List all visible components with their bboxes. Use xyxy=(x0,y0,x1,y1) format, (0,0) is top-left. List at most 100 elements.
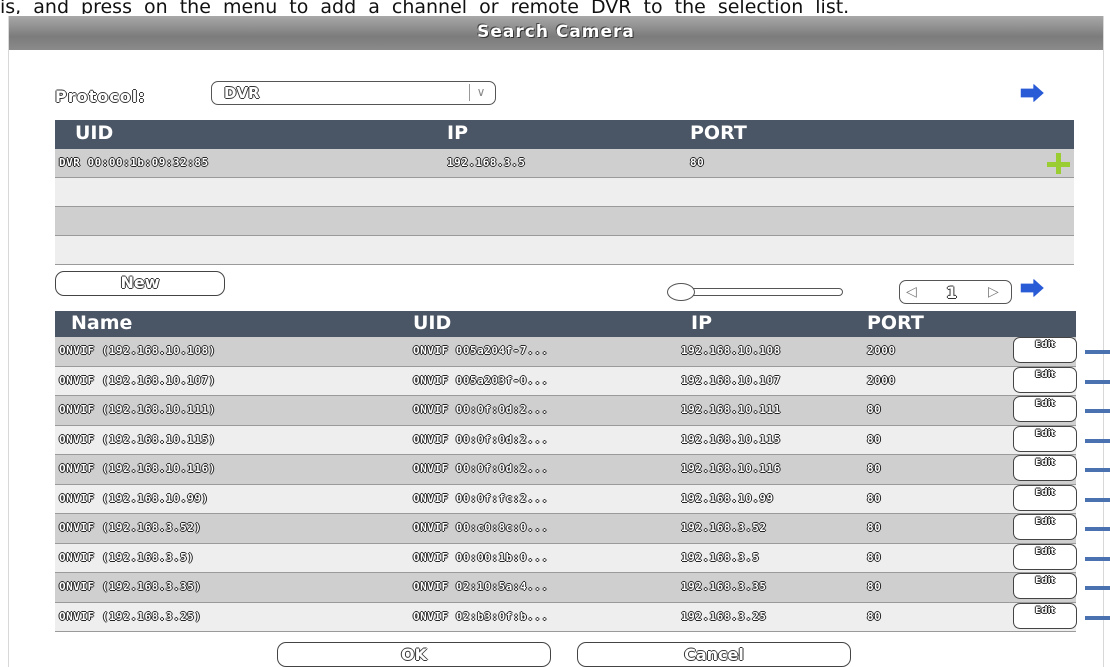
row-ip: 192.168.3.35 xyxy=(681,580,767,593)
remove-minus-icon[interactable] xyxy=(1085,350,1110,354)
row-uid: ONVIF 02:b3:0f:b... xyxy=(413,609,549,623)
edit-button[interactable]: Edit xyxy=(1013,425,1077,452)
row-name: ONVIF (192.168.3.52) xyxy=(59,521,202,534)
prev-page-icon[interactable]: ◁ xyxy=(906,283,917,300)
row-port: 2000 xyxy=(867,344,896,357)
edit-button-label: Edit xyxy=(1035,487,1055,498)
remove-minus-icon[interactable] xyxy=(1085,586,1110,590)
row-name: ONVIF (192.168.10.116) xyxy=(59,462,216,475)
chevron-down-icon[interactable]: ∨ xyxy=(469,84,492,101)
row-uid: ONVIF 005a203f-0... xyxy=(413,373,549,387)
search-camera-dialog: Search Camera Protocol: DVR ∨ ⮕ UID IP P… xyxy=(8,16,1110,667)
table-row-empty xyxy=(55,178,1074,207)
row-ip: 192.168.10.116 xyxy=(681,462,781,475)
dialog-titlebar: Search Camera xyxy=(9,16,1103,50)
table-row[interactable]: DVR 00:00:1b:09:32:85 192.168.3.5 80 xyxy=(55,149,1074,178)
protocol-select[interactable]: DVR ∨ xyxy=(211,81,496,105)
new-button[interactable]: New xyxy=(55,271,225,296)
edit-button-label: Edit xyxy=(1035,576,1055,586)
table-row[interactable]: ONVIF (192.168.10.107) ONVIF 005a203f-0..… xyxy=(55,366,1110,396)
row-uid: ONVIF 00:c0:8c:0... xyxy=(413,521,549,534)
edit-button[interactable]: Edit xyxy=(1013,337,1077,363)
row-name: ONVIF (192.168.3.35) xyxy=(59,580,202,593)
edit-button[interactable]: Edit xyxy=(1013,396,1077,422)
row-name: ONVIF (192.168.10.111) xyxy=(59,403,216,416)
remove-minus-icon[interactable] xyxy=(1085,409,1110,413)
remove-minus-icon[interactable] xyxy=(1085,615,1110,620)
edit-button-label: Edit xyxy=(1035,340,1055,350)
table-row-empty xyxy=(55,207,1074,236)
remove-minus-icon[interactable] xyxy=(1085,468,1110,472)
table-row[interactable]: ONVIF (192.168.10.115) ONVIF 00:0f:0d:2..… xyxy=(55,425,1110,455)
search-table-header: UID IP PORT xyxy=(55,120,1074,149)
row-port: 2000 xyxy=(867,373,896,387)
row-name: ONVIF (192.168.10.99) xyxy=(59,491,209,505)
row-ip: 192.168.3.5 xyxy=(447,156,526,169)
edit-button[interactable]: Edit xyxy=(1013,366,1077,393)
table-row[interactable]: ONVIF (192.168.10.111) ONVIF 00:0f:0d:2..… xyxy=(55,396,1110,426)
next-page-icon[interactable]: ▷ xyxy=(988,283,999,300)
row-ip: 192.168.3.5 xyxy=(681,550,760,564)
edit-button-label: Edit xyxy=(1035,428,1055,439)
ok-button[interactable]: OK xyxy=(277,642,551,667)
row-port: 80 xyxy=(867,462,882,475)
table-row[interactable]: ONVIF (192.168.3.5) ONVIF 00:00:1b:0... 19… xyxy=(55,543,1110,573)
edit-button[interactable]: Edit xyxy=(1013,484,1077,511)
edit-button[interactable]: Edit xyxy=(1013,602,1077,629)
edit-button[interactable]: Edit xyxy=(1013,573,1077,599)
edit-button-label: Edit xyxy=(1035,399,1055,409)
edit-button-label: Edit xyxy=(1035,517,1055,527)
new-button-label: New xyxy=(120,273,160,292)
remove-minus-icon[interactable] xyxy=(1085,438,1110,443)
row-name: ONVIF (192.168.10.108) xyxy=(59,344,216,357)
camera-rows: ONVIF (192.168.10.108) ONVIF 005a204f-7..… xyxy=(55,337,1110,632)
table-row[interactable]: ONVIF (192.168.3.25) ONVIF 02:b3:0f:b... 1… xyxy=(55,602,1110,632)
edit-button[interactable]: Edit xyxy=(1013,514,1077,540)
cancel-button-label: Cancel xyxy=(684,645,744,664)
edit-button-label: Edit xyxy=(1035,458,1055,468)
row-uid: ONVIF 00:0f:0d:2... xyxy=(413,462,549,475)
row-uid: ONVIF 00:0f:fc:2... xyxy=(413,491,549,505)
slider-knob[interactable] xyxy=(667,283,695,301)
cancel-button[interactable]: Cancel xyxy=(577,642,851,667)
row-port: 80 xyxy=(867,609,882,623)
table-row[interactable]: ONVIF (192.168.3.35) ONVIF 02:10:5a:4... 1… xyxy=(55,573,1110,603)
row-port: 80 xyxy=(867,550,882,564)
table-row-empty xyxy=(55,236,1074,265)
edit-button[interactable]: Edit xyxy=(1013,455,1077,481)
camera-table-header: Name UID IP PORT xyxy=(55,311,1076,337)
col-ip: IP xyxy=(691,312,712,334)
row-port: 80 xyxy=(867,491,882,505)
row-uid: ONVIF 00:00:1b:0... xyxy=(413,550,549,564)
dialog-title: Search Camera xyxy=(477,22,635,42)
back-arrow-icon[interactable]: ⮕ xyxy=(1015,83,1049,107)
col-ip: IP xyxy=(447,122,468,144)
row-ip: 192.168.10.99 xyxy=(681,491,774,505)
back-arrow-icon[interactable]: ⮕ xyxy=(1015,278,1049,302)
table-row[interactable]: ONVIF (192.168.10.116) ONVIF 00:0f:0d:2..… xyxy=(55,455,1110,485)
zoom-slider[interactable] xyxy=(667,283,845,301)
row-uid: ONVIF 00:0f:0d:2... xyxy=(413,403,549,416)
col-port: PORT xyxy=(867,312,924,334)
col-uid: UID xyxy=(75,122,114,144)
row-ip: 192.168.3.52 xyxy=(681,521,767,534)
remove-minus-icon[interactable] xyxy=(1085,527,1110,531)
table-row[interactable]: ONVIF (192.168.3.52) ONVIF 00:c0:8c:0... 1… xyxy=(55,514,1110,544)
row-ip: 192.168.10.108 xyxy=(681,344,781,357)
row-name: ONVIF (192.168.3.25) xyxy=(59,609,202,623)
edit-button-label: Edit xyxy=(1035,605,1055,616)
page-number: 1 xyxy=(946,283,958,302)
table-row[interactable]: ONVIF (192.168.10.108) ONVIF 005a204f-7..… xyxy=(55,337,1110,367)
ok-button-label: OK xyxy=(401,645,427,664)
table-row[interactable]: ONVIF (192.168.10.99) ONVIF 00:0f:fc:2...… xyxy=(55,484,1110,514)
edit-button-label: Edit xyxy=(1035,369,1055,380)
row-uid: ONVIF 02:10:5a:4... xyxy=(413,580,549,593)
col-port: PORT xyxy=(690,122,747,144)
remove-minus-icon[interactable] xyxy=(1085,556,1110,561)
add-plus-icon[interactable] xyxy=(1046,151,1070,175)
remove-minus-icon[interactable] xyxy=(1085,497,1110,502)
slider-track[interactable] xyxy=(685,288,843,296)
remove-minus-icon[interactable] xyxy=(1085,379,1110,384)
row-port: 80 xyxy=(867,403,882,416)
edit-button[interactable]: Edit xyxy=(1013,543,1077,570)
